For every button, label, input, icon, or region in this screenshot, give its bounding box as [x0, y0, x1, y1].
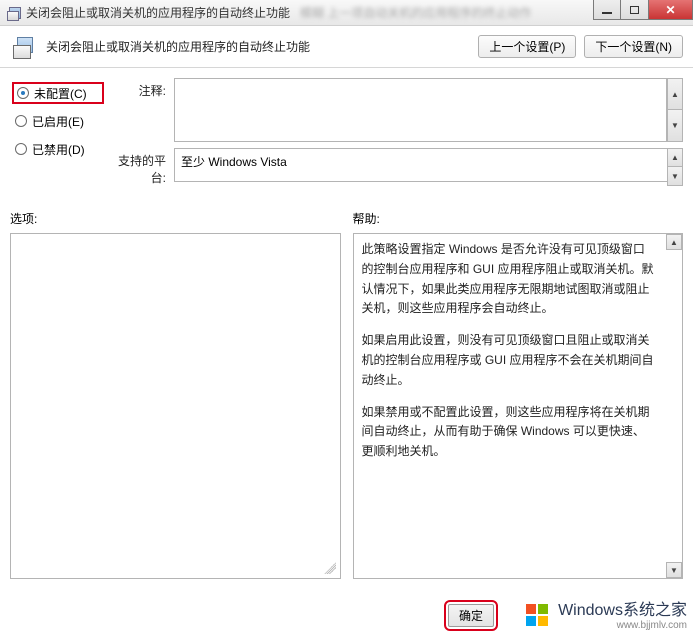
radio-dot-icon: [15, 143, 27, 155]
options-label: 选项:: [10, 210, 341, 227]
titlebar: 关闭会阻止或取消关机的应用程序的自动终止功能 模糊 上一项自动关机的应用程序的终…: [0, 0, 693, 26]
close-button[interactable]: ✕: [649, 0, 693, 20]
radio-label: 已启用(E): [32, 113, 84, 130]
help-box: 此策略设置指定 Windows 是否允许没有可见顶级窗口的控制台应用程序和 GU…: [353, 233, 684, 579]
spin-up-icon[interactable]: ▲: [667, 148, 683, 167]
platform-spin: ▲ ▼: [667, 148, 683, 186]
help-column: 帮助: 此策略设置指定 Windows 是否允许没有可见顶级窗口的控制台应用程序…: [353, 210, 684, 579]
prev-setting-button[interactable]: 上一个设置(P): [478, 35, 576, 58]
radio-disabled[interactable]: 已禁用(D): [12, 138, 104, 160]
help-paragraph: 此策略设置指定 Windows 是否允许没有可见顶级窗口的控制台应用程序和 GU…: [362, 240, 657, 319]
right-column: 注释: ▲ ▼ 支持的平台: 至少 Windows Vista ▲ ▼: [110, 78, 683, 192]
policy-header-icon: [10, 33, 38, 61]
platform-row: 支持的平台: 至少 Windows Vista ▲ ▼: [110, 148, 683, 186]
comment-input[interactable]: [174, 78, 667, 142]
radio-enabled[interactable]: 已启用(E): [12, 110, 104, 132]
radio-dot-icon: [15, 115, 27, 127]
spin-down-icon[interactable]: ▼: [667, 110, 683, 142]
platform-value: 至少 Windows Vista: [174, 148, 683, 182]
help-text: 此策略设置指定 Windows 是否允许没有可见顶级窗口的控制台应用程序和 GU…: [354, 234, 665, 480]
radio-dot-icon: [17, 87, 29, 99]
spin-down-icon[interactable]: ▼: [667, 167, 683, 186]
platform-label: 支持的平台:: [110, 148, 174, 186]
help-label: 帮助:: [353, 210, 684, 227]
platform-box: 至少 Windows Vista ▲ ▼: [174, 148, 683, 186]
options-box: [10, 233, 341, 579]
header-row: 关闭会阻止或取消关机的应用程序的自动终止功能 上一个设置(P) 下一个设置(N): [0, 26, 693, 68]
window-title: 关闭会阻止或取消关机的应用程序的自动终止功能: [26, 4, 290, 21]
comment-label: 注释:: [110, 78, 174, 142]
spin-up-icon[interactable]: ▲: [667, 78, 683, 110]
radio-label: 已禁用(D): [32, 141, 85, 158]
config-area: 未配置(C) 已启用(E) 已禁用(D) 注释: ▲ ▼ 支持的平台: 至少 W…: [0, 68, 693, 192]
spin-down-icon[interactable]: ▼: [666, 562, 682, 578]
title-blurred-text: 模糊 上一项自动关机的应用程序的终止动作: [300, 4, 531, 21]
ok-button[interactable]: 确定: [448, 604, 494, 627]
bottom-bar: 确定: [0, 605, 693, 633]
radio-column: 未配置(C) 已启用(E) 已禁用(D): [12, 78, 104, 192]
lower-area: 选项: 帮助: 此策略设置指定 Windows 是否允许没有可见顶级窗口的控制台…: [0, 210, 693, 579]
minimize-button[interactable]: [593, 0, 621, 20]
help-paragraph: 如果启用此设置，则没有可见顶级窗口且阻止或取消关机的控制台应用程序或 GUI 应…: [362, 331, 657, 390]
next-setting-button[interactable]: 下一个设置(N): [584, 35, 683, 58]
radio-not-configured[interactable]: 未配置(C): [12, 82, 104, 104]
comment-spin: ▲ ▼: [667, 78, 683, 142]
maximize-button[interactable]: [621, 0, 649, 20]
spin-up-icon[interactable]: ▲: [666, 234, 682, 250]
header-title: 关闭会阻止或取消关机的应用程序的自动终止功能: [46, 38, 310, 55]
help-paragraph: 如果禁用或不配置此设置，则这些应用程序将在关机期间自动终止，从而有助于确保 Wi…: [362, 403, 657, 462]
nav-buttons: 上一个设置(P) 下一个设置(N): [478, 35, 683, 58]
window-controls: ✕: [593, 0, 693, 20]
help-spin: ▲ ▼: [666, 234, 682, 578]
policy-title-icon: [6, 5, 22, 21]
comment-row: 注释: ▲ ▼: [110, 78, 683, 142]
options-column: 选项:: [10, 210, 341, 579]
radio-label: 未配置(C): [34, 85, 87, 102]
